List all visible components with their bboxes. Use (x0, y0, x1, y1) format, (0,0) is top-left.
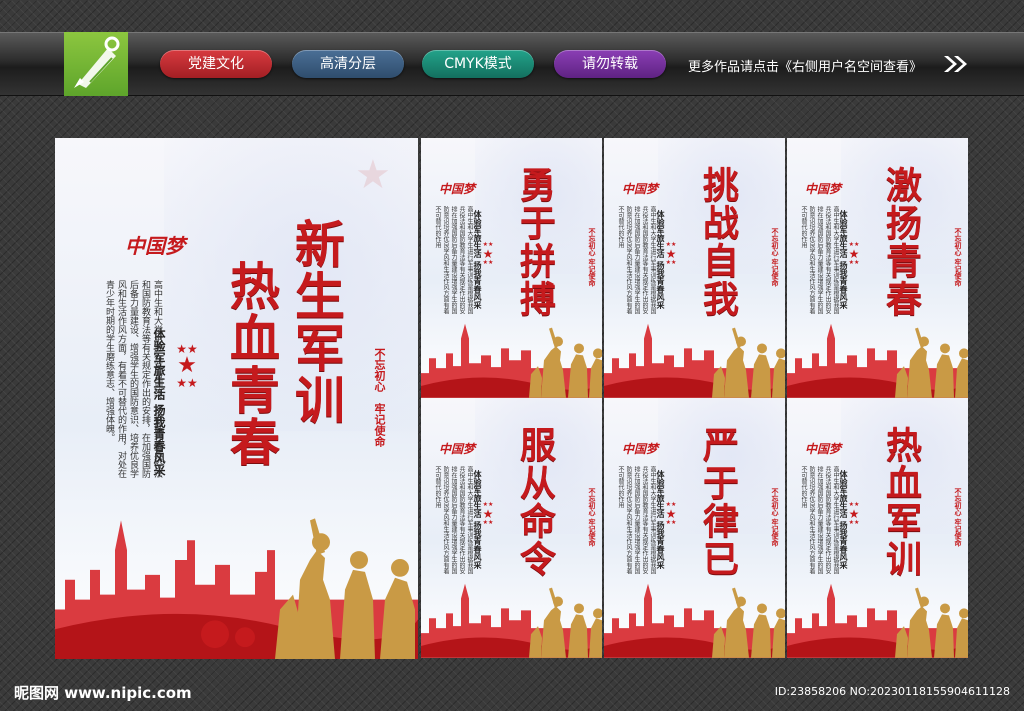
china-dream-logo: 中国梦 (805, 442, 842, 456)
small-poster: 中国梦 高中生和大学生进行军事训练是根据我国兵役法和国防教育法等有关规定作出的安… (421, 138, 602, 398)
star-cluster-icon: ★★ ★ ★★ (482, 241, 494, 266)
china-dream-logo: 中国梦 (622, 182, 659, 196)
china-dream-logo: 中国梦 (805, 182, 842, 196)
city-skyline-soldiers-illustration (604, 299, 785, 398)
china-dream-logo: 中国梦 (439, 182, 476, 196)
city-skyline-soldiers-illustration (787, 299, 968, 398)
star-cluster-icon: ★★ ★ ★★ (665, 501, 677, 526)
tag-cmyk[interactable]: CMYK模式 (422, 50, 534, 78)
city-skyline-soldiers-illustration (421, 559, 602, 658)
slogan-2: 牢记使命 (373, 403, 386, 447)
star-cluster-icon: ★★ ★ ★★ (176, 342, 198, 390)
site-watermark: 昵图网 www.nipic.com (14, 684, 192, 702)
small-slogan: 不忘初心 牢记使命 (954, 488, 963, 547)
star-cluster-icon: ★★ ★ ★★ (848, 241, 860, 266)
city-skyline-soldiers-illustration (604, 559, 785, 658)
city-skyline-soldiers-illustration (787, 559, 968, 658)
small-slogan: 不忘初心 牢记使命 (954, 228, 963, 287)
china-dream-logo: 中国梦 (439, 442, 476, 456)
small-poster: 中国梦 高中生和大学生进行军事训练是根据我国兵役法和国防教育法等有关规定作出的安… (787, 138, 968, 398)
double-chevron-right-icon[interactable] (942, 55, 970, 73)
tag-hd-layers[interactable]: 高清分层 (292, 50, 404, 78)
image-id: ID:23858206 NO:20230118155904611128 (774, 685, 1010, 698)
small-poster: 中国梦 高中生和大学生进行军事训练是根据我国兵役法和国防教育法等有关规定作出的安… (604, 138, 785, 398)
main-title-line1: 新生军训 (287, 218, 346, 426)
small-poster: 中国梦 高中生和大学生进行军事训练是根据我国兵役法和国防教育法等有关规定作出的安… (604, 398, 785, 658)
star-cluster-icon: ★★ ★ ★★ (665, 241, 677, 266)
slogan-1: 不忘初心 (373, 348, 386, 392)
china-dream-logo: 中国梦 (125, 234, 185, 258)
star-cluster-icon: ★★ ★ ★★ (848, 501, 860, 526)
tag-no-repost[interactable]: 请勿转载 (554, 50, 666, 78)
small-poster: 中国梦 高中生和大学生进行军事训练是根据我国兵役法和国防教育法等有关规定作出的安… (421, 398, 602, 658)
main-poster: ★ 中国梦 新生军训 热血青春 体验军旅生活 扬我青春风采 高中生和大学生进行军… (55, 138, 418, 659)
small-slogan: 不忘初心 牢记使命 (771, 488, 780, 547)
small-slogan: 不忘初心 牢记使命 (588, 228, 597, 287)
main-body-text: 高中生和大学生进行军事训练，是根据我国兵役法和国防教育法等有关规定作出的安排，在… (104, 280, 162, 478)
small-slogan: 不忘初心 牢记使命 (771, 228, 780, 287)
city-skyline-soldiers-illustration (55, 461, 418, 659)
more-works-link[interactable]: 更多作品请点击《右侧用户名空间查看》 (688, 56, 922, 75)
tag-party-culture[interactable]: 党建文化 (160, 50, 272, 78)
china-dream-logo: 中国梦 (622, 442, 659, 456)
pen-nib-icon (64, 32, 128, 96)
small-slogan: 不忘初心 牢记使命 (588, 488, 597, 547)
star-icon: ★ (355, 152, 391, 198)
small-poster: 中国梦 高中生和大学生进行军事训练是根据我国兵役法和国防教育法等有关规定作出的安… (787, 398, 968, 658)
city-skyline-soldiers-illustration (421, 299, 602, 398)
star-cluster-icon: ★★ ★ ★★ (482, 501, 494, 526)
